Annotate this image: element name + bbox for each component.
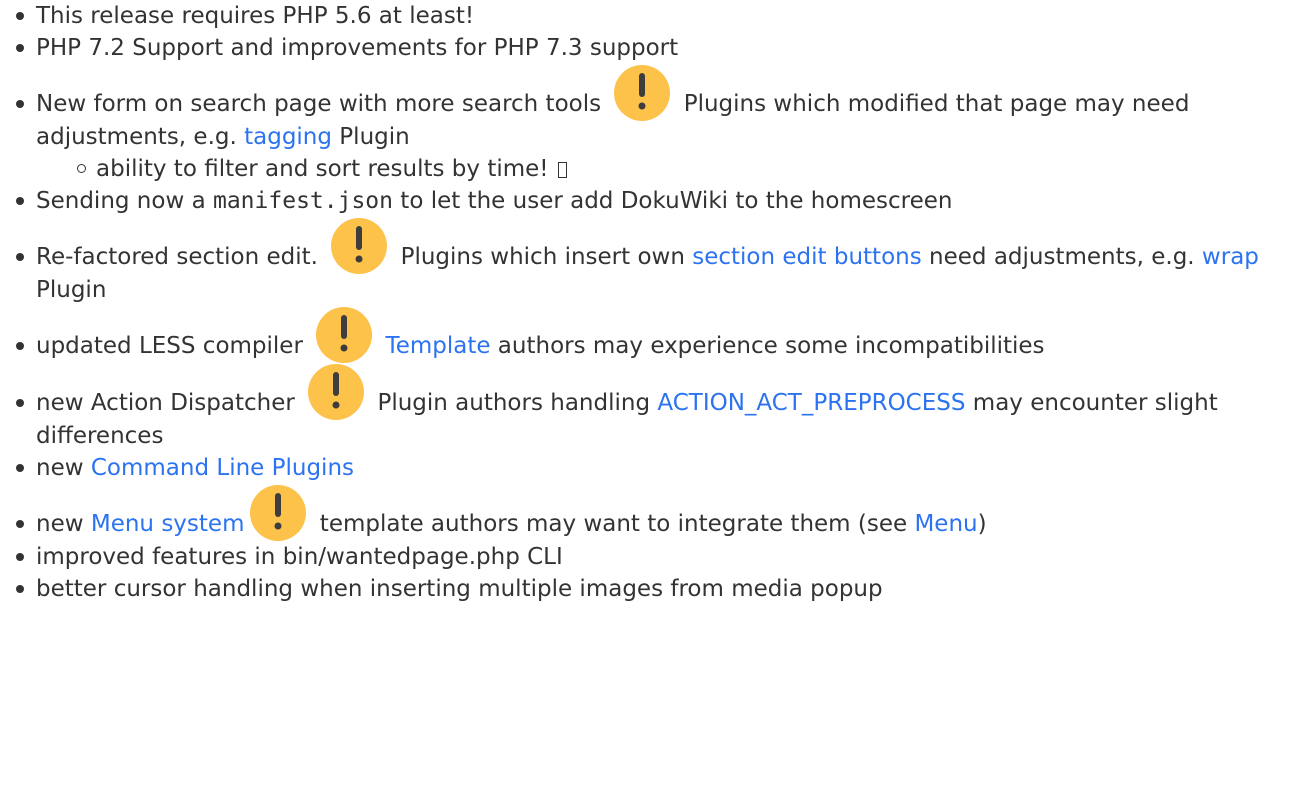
item-text: need adjustments, e.g. bbox=[921, 244, 1202, 270]
list-item: PHP 7.2 Support and improvements for PHP… bbox=[16, 32, 1307, 64]
sub-list: ability to filter and sort results by ti… bbox=[36, 153, 1307, 185]
list-item: updated LESS compiler Template authors m… bbox=[16, 306, 1307, 363]
template-link[interactable]: Template bbox=[386, 333, 491, 359]
item-text: This release requires PHP 5.6 at least! bbox=[36, 3, 475, 29]
item-text: new Action Dispatcher bbox=[36, 390, 303, 416]
item-text: Plugin bbox=[332, 124, 410, 150]
section-edit-buttons-link[interactable]: section edit buttons bbox=[692, 244, 921, 270]
item-text: better cursor handling when inserting mu… bbox=[36, 576, 883, 602]
item-text: updated LESS compiler bbox=[36, 333, 311, 359]
item-text: ) bbox=[977, 511, 987, 537]
item-text: to let the user add DokuWiki to the home… bbox=[393, 188, 953, 214]
item-text: New form on search page with more search… bbox=[36, 91, 609, 117]
item-text: Sending now a bbox=[36, 188, 213, 214]
tagging-plugin-link[interactable]: tagging bbox=[244, 124, 332, 150]
list-item: improved features in bin/wantedpage.php … bbox=[16, 541, 1307, 573]
exclamation-warning-icon bbox=[614, 65, 671, 121]
item-text: new bbox=[36, 511, 91, 537]
list-item: New form on search page with more search… bbox=[16, 64, 1307, 185]
list-item: Re-factored section edit. Plugins which … bbox=[16, 217, 1307, 306]
item-text: Re-factored section edit. bbox=[36, 244, 326, 270]
list-item: new Action Dispatcher Plugin authors han… bbox=[16, 363, 1307, 452]
item-text: new bbox=[36, 455, 91, 481]
release-notes: This release requires PHP 5.6 at least! … bbox=[0, 0, 1307, 605]
item-text: template authors may want to integrate t… bbox=[312, 511, 915, 537]
exclamation-warning-icon bbox=[250, 485, 307, 541]
changelog-list: This release requires PHP 5.6 at least! … bbox=[16, 0, 1307, 605]
command-line-plugins-link[interactable]: Command Line Plugins bbox=[91, 455, 354, 481]
menu-system-link[interactable]: Menu system bbox=[91, 511, 245, 537]
list-item: new Command Line Plugins bbox=[16, 452, 1307, 484]
sub-list-item: ability to filter and sort results by ti… bbox=[76, 153, 1307, 185]
exclamation-warning-icon bbox=[331, 218, 388, 274]
item-text: ability to filter and sort results by ti… bbox=[96, 156, 556, 182]
manifest-filename: manifest.json bbox=[212, 188, 393, 214]
item-text: Plugins which insert own bbox=[393, 244, 693, 270]
item-text: improved features in bin/wantedpage.php … bbox=[36, 544, 563, 570]
missing-glyph-icon bbox=[557, 162, 567, 178]
exclamation-warning-icon bbox=[308, 364, 365, 420]
list-item: better cursor handling when inserting mu… bbox=[16, 573, 1307, 605]
wrap-plugin-link[interactable]: wrap bbox=[1202, 244, 1259, 270]
item-text: PHP 7.2 Support and improvements for PHP… bbox=[36, 35, 679, 61]
item-text: authors may experience some incompatibil… bbox=[490, 333, 1045, 359]
action-act-preprocess-link[interactable]: ACTION_ACT_PREPROCESS bbox=[657, 390, 965, 416]
item-text: Plugin bbox=[36, 277, 107, 303]
list-item: new Menu system template authors may wan… bbox=[16, 484, 1307, 541]
exclamation-warning-icon bbox=[316, 307, 373, 363]
item-text: Plugin authors handling bbox=[370, 390, 658, 416]
menu-link[interactable]: Menu bbox=[914, 511, 977, 537]
list-item: This release requires PHP 5.6 at least! bbox=[16, 0, 1307, 32]
list-item: Sending now a manifest.json to let the u… bbox=[16, 185, 1307, 217]
